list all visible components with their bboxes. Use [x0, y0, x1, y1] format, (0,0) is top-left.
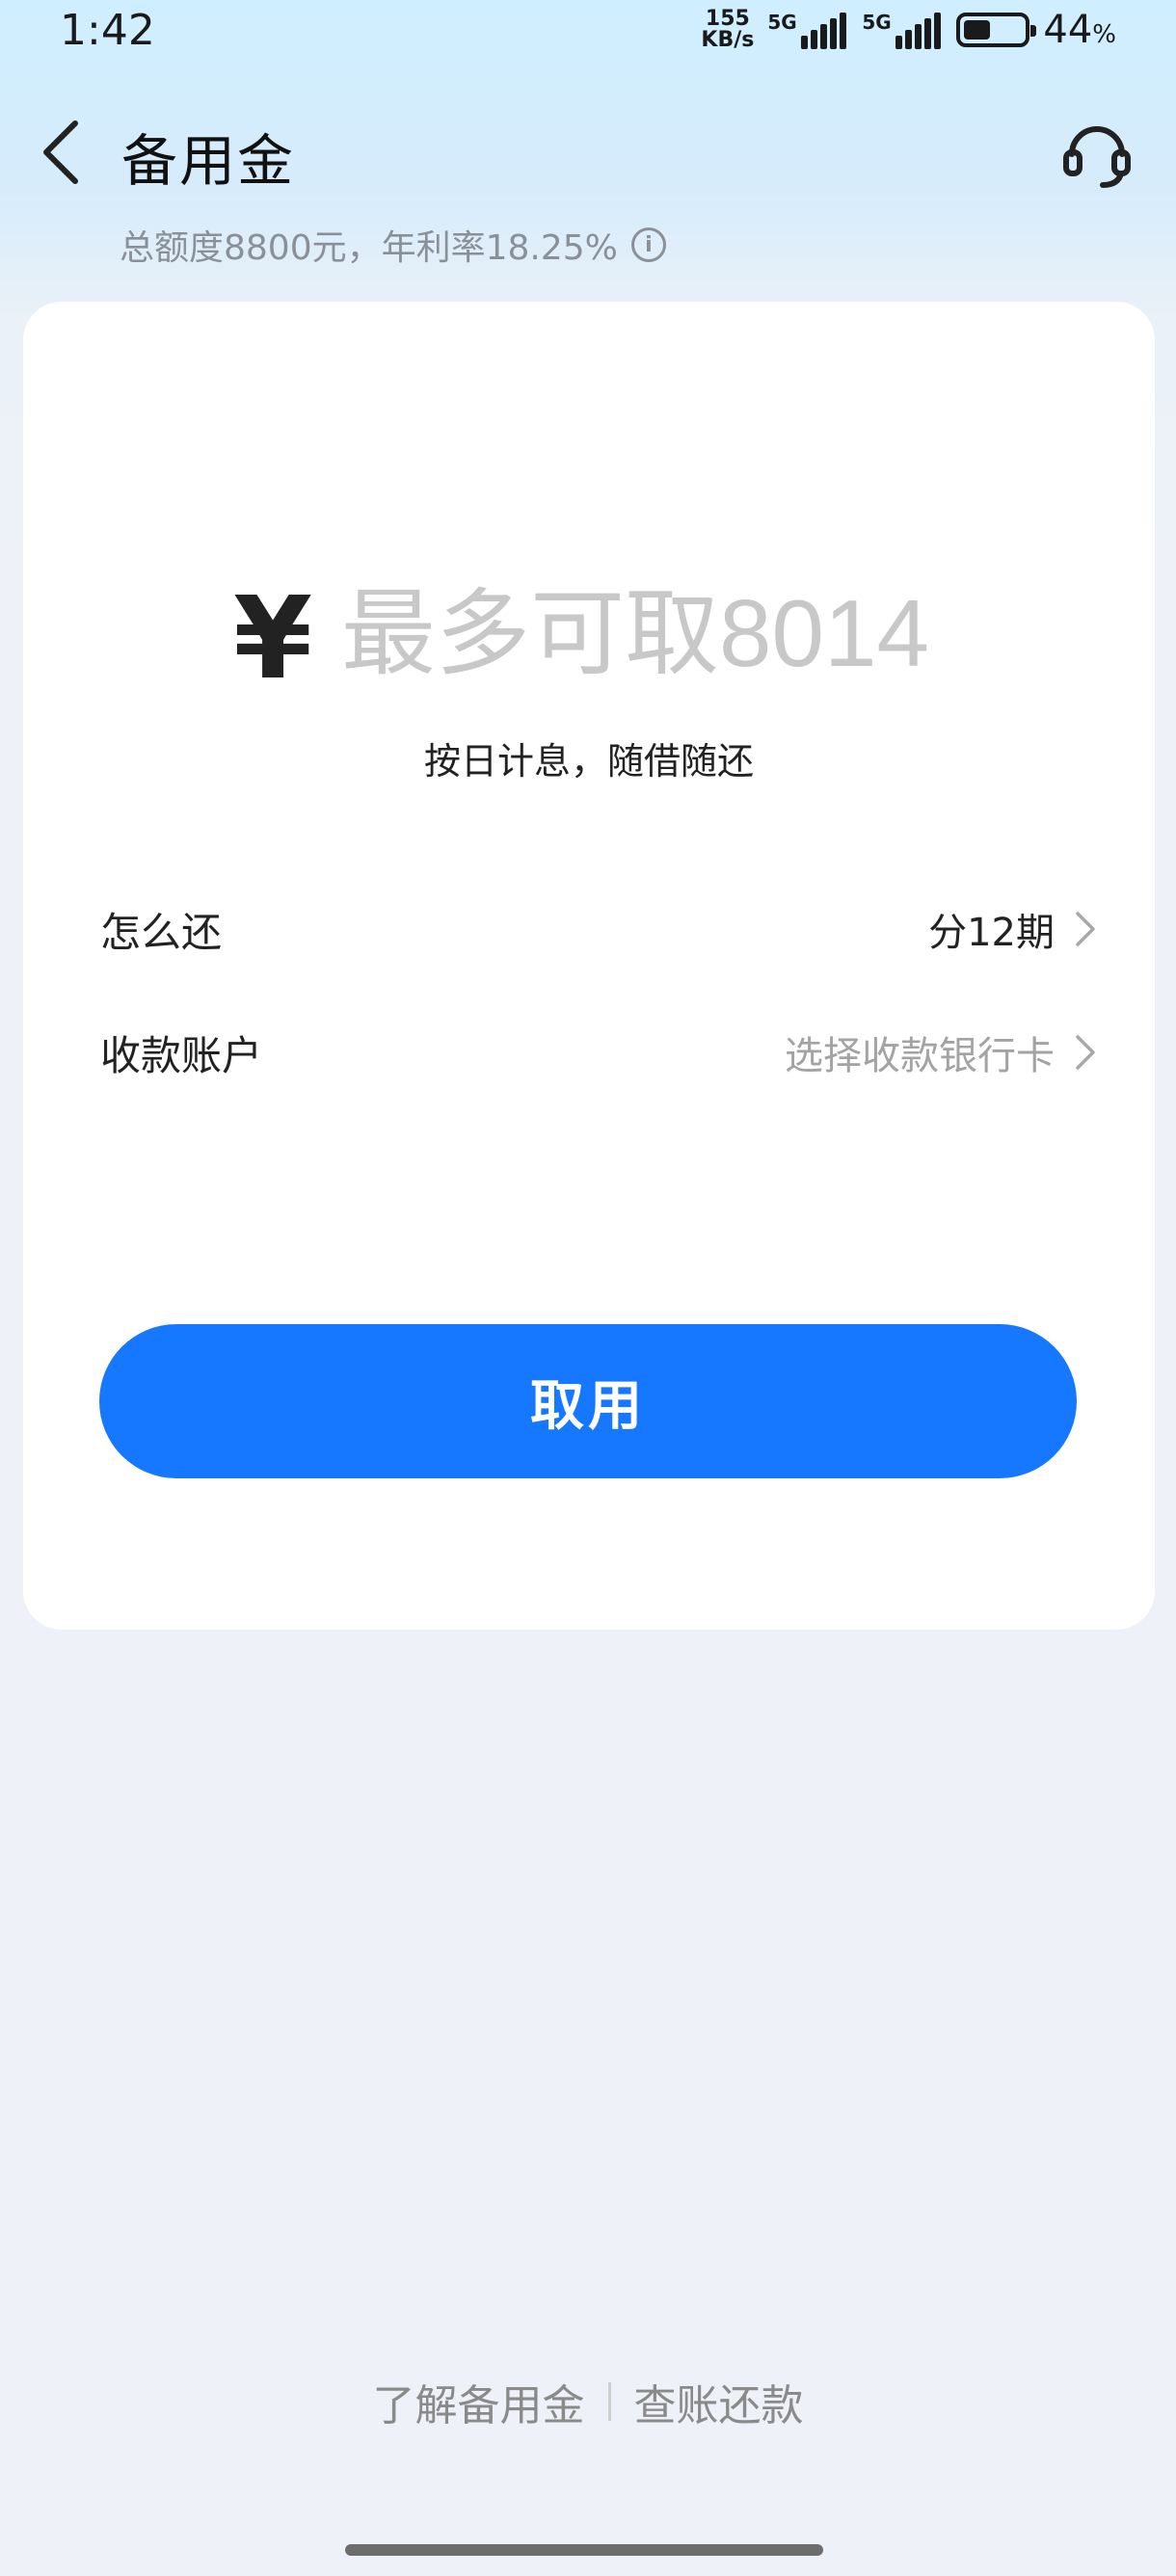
repayment-plan-value: 分12期	[928, 911, 1055, 955]
customer-support-button[interactable]	[1060, 116, 1134, 189]
page-title: 备用金	[121, 128, 296, 194]
status-time: 1:42	[60, 6, 155, 55]
repayment-plan-row[interactable]: 怎么还 分12期	[100, 881, 1099, 977]
withdraw-button[interactable]: 取用	[99, 1324, 1077, 1478]
footer-divider	[607, 2382, 611, 2421]
battery-percent-sign: %	[1092, 20, 1116, 49]
chevron-left-icon	[43, 120, 78, 184]
credit-summary: 总额度8800元，年利率18.25% i	[120, 220, 666, 270]
signal-5g-label: 5G	[767, 11, 797, 34]
chevron-right-icon	[1076, 912, 1095, 946]
battery-percent: 44%	[1043, 8, 1116, 52]
interest-note: 按日计息，随借随还	[423, 740, 754, 783]
back-button[interactable]	[33, 114, 91, 191]
header: 备用金	[0, 96, 1176, 202]
repayment-plan-label: 怎么还	[100, 908, 223, 956]
info-icon[interactable]: i	[630, 227, 666, 262]
amount-input[interactable]	[341, 575, 1016, 691]
battery-fill	[964, 20, 990, 40]
network-speed: 155 KB/s	[701, 9, 754, 51]
home-indicator[interactable]	[345, 2544, 823, 2556]
signal-icon: 5G	[767, 11, 848, 49]
withdraw-card: ¥ 按日计息，随借随还 怎么还 分12期 收款账户 选择收款银行卡 取用	[23, 302, 1155, 1630]
receiving-account-row[interactable]: 收款账户 选择收款银行卡	[100, 1004, 1099, 1101]
footer-links: 了解备用金 查账还款	[0, 2371, 1176, 2432]
currency-symbol: ¥	[233, 571, 313, 704]
receiving-account-label: 收款账户	[100, 1031, 263, 1079]
network-speed-value: 155	[705, 7, 750, 31]
signal-icon-2: 5G	[862, 11, 943, 49]
battery-icon	[956, 13, 1037, 47]
credit-summary-text: 总额度8800元，年利率18.25%	[120, 228, 618, 268]
network-speed-unit: KB/s	[701, 28, 755, 52]
amount-row: ¥	[23, 562, 1155, 704]
battery-percent-value: 44	[1043, 8, 1093, 52]
chevron-right-icon	[1076, 1035, 1095, 1070]
headset-icon	[1063, 126, 1131, 188]
bills-repayment-link[interactable]: 查账还款	[634, 2371, 804, 2432]
status-icons: 155 KB/s 5G 5G 44%	[701, 8, 1116, 52]
signal-5g-label-2: 5G	[862, 11, 892, 34]
receiving-account-value: 选择收款银行卡	[785, 1034, 1055, 1078]
learn-more-link[interactable]: 了解备用金	[373, 2371, 585, 2432]
status-bar: 1:42 155 KB/s 5G 5G 44%	[0, 0, 1176, 64]
